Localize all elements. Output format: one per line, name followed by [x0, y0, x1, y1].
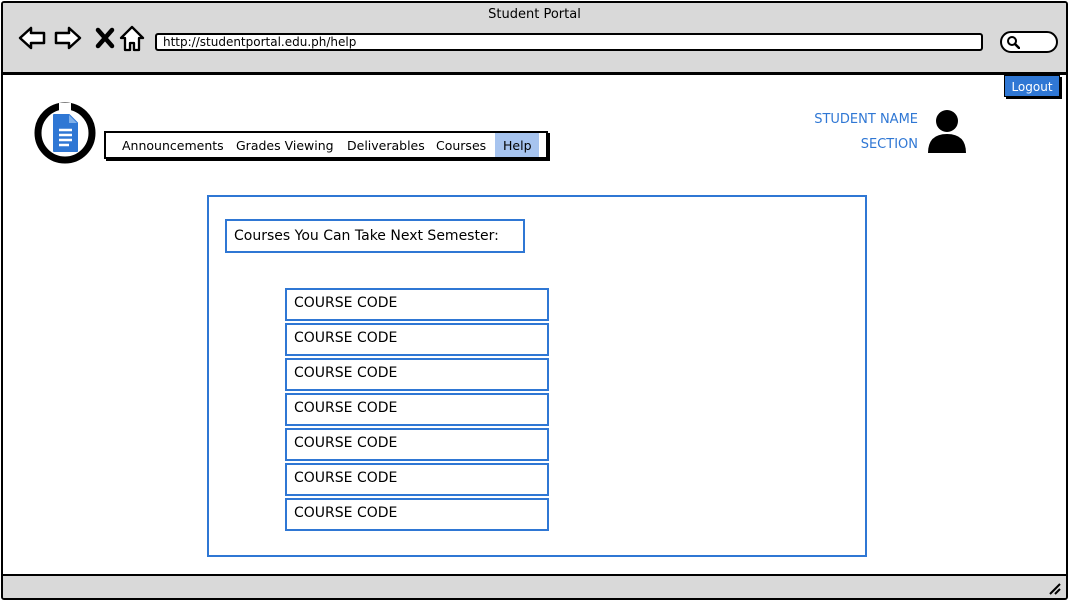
main-nav-menu: Announcements Grades Viewing Deliverable… [104, 131, 548, 159]
course-item[interactable]: COURSE CODE [285, 428, 549, 461]
document-icon[interactable] [33, 101, 97, 165]
browser-toolbar: Student Portal http://studentportal.edu.… [3, 3, 1066, 75]
forward-arrow-icon[interactable] [53, 23, 83, 53]
search-icon [1007, 36, 1020, 49]
home-icon[interactable] [117, 23, 147, 53]
course-item[interactable]: COURSE CODE [285, 323, 549, 356]
status-bar [3, 574, 1066, 598]
nav-item-announcements[interactable]: Announcements [114, 133, 232, 157]
nav-item-courses[interactable]: Courses [428, 133, 494, 157]
student-section: SECTION [860, 137, 918, 152]
nav-item-deliverables[interactable]: Deliverables [339, 133, 433, 157]
course-item[interactable]: COURSE CODE [285, 288, 549, 321]
course-item[interactable]: COURSE CODE [285, 393, 549, 426]
student-name: STUDENT NAME [814, 112, 918, 127]
resize-grip-icon[interactable] [1046, 580, 1062, 596]
user-avatar-icon[interactable] [925, 109, 969, 155]
search-field[interactable] [1000, 31, 1058, 53]
courses-panel: Courses You Can Take Next Semester: COUR… [207, 195, 867, 557]
course-item[interactable]: COURSE CODE [285, 498, 549, 531]
panel-heading: Courses You Can Take Next Semester: [225, 219, 525, 253]
browser-window: Student Portal http://studentportal.edu.… [1, 1, 1068, 600]
url-input[interactable]: http://studentportal.edu.ph/help [155, 33, 983, 51]
logout-button[interactable]: Logout [1004, 75, 1060, 97]
nav-item-grades-viewing[interactable]: Grades Viewing [228, 133, 342, 157]
course-item[interactable]: COURSE CODE [285, 358, 549, 391]
window-title: Student Portal [488, 7, 581, 22]
nav-item-help[interactable]: Help [495, 133, 539, 157]
back-arrow-icon[interactable] [17, 23, 47, 53]
course-item[interactable]: COURSE CODE [285, 463, 549, 496]
